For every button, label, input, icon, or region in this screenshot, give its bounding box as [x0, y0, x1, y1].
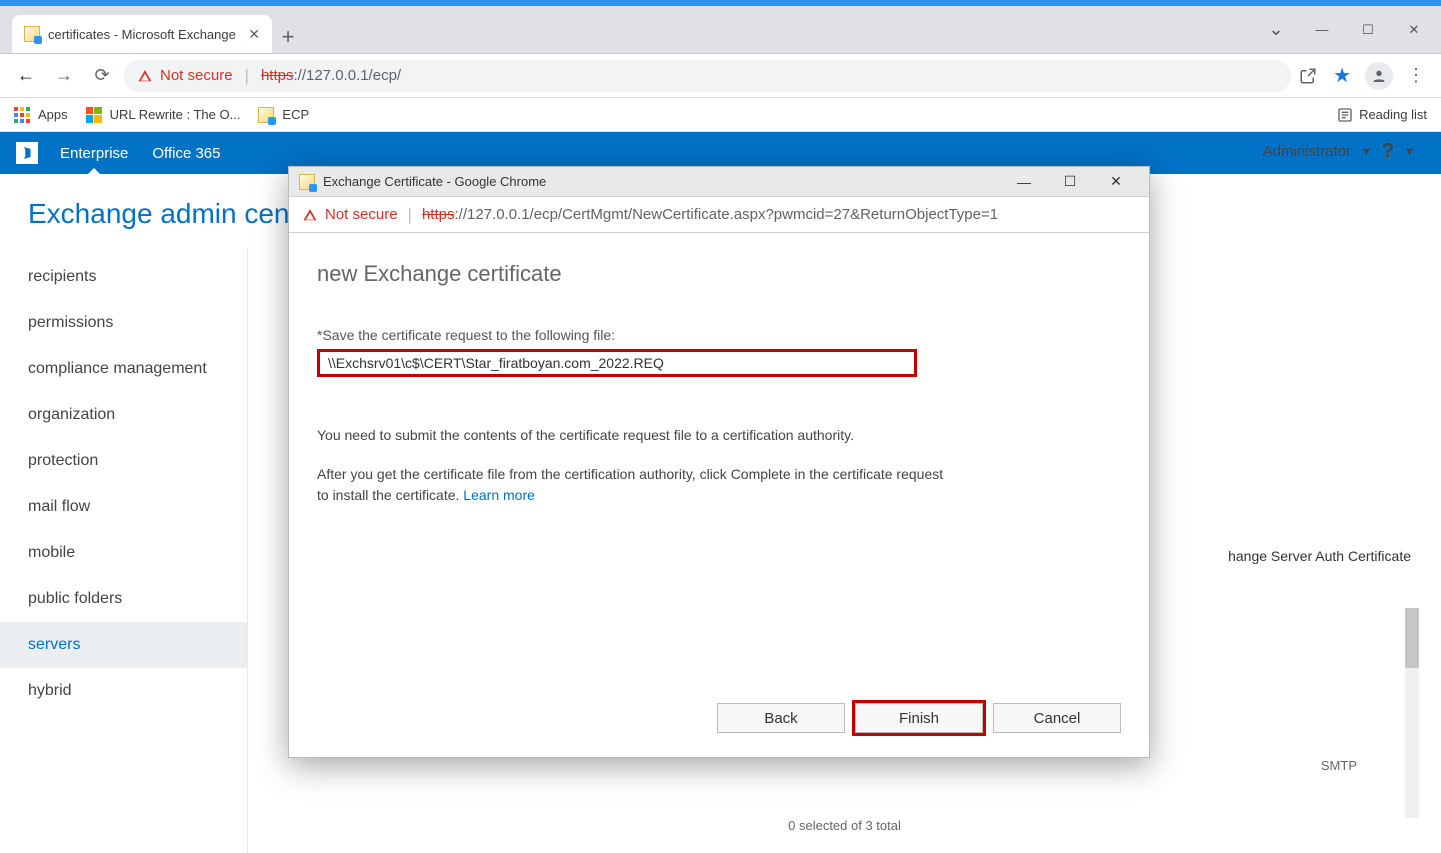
nav-servers[interactable]: servers [0, 622, 247, 668]
security-warning: Not secure [138, 67, 233, 84]
bookmark-url-rewrite[interactable]: URL Rewrite : The O... [86, 107, 241, 123]
scrollbar-thumb[interactable] [1405, 608, 1419, 668]
tab-title: certificates - Microsoft Exchange [48, 27, 236, 42]
close-window-button[interactable]: ✕ [1391, 14, 1437, 46]
ecp-favicon [258, 107, 274, 123]
nav-permissions[interactable]: permissions [0, 300, 247, 346]
warning-icon [303, 208, 317, 222]
profile-avatar-button[interactable] [1365, 62, 1393, 90]
nav-hybrid[interactable]: hybrid [0, 668, 247, 714]
tabs-dropdown-icon[interactable]: ⌄ [1253, 14, 1299, 46]
back-button[interactable]: Back [717, 703, 845, 733]
popup-titlebar[interactable]: Exchange Certificate - Google Chrome — ☐… [289, 167, 1149, 197]
share-icon[interactable] [1297, 65, 1319, 87]
nav-recipients[interactable]: recipients [0, 254, 247, 300]
popup-minimize-button[interactable]: — [1001, 167, 1047, 197]
nav-compliance[interactable]: compliance management [0, 346, 247, 392]
minimize-button[interactable]: — [1299, 14, 1345, 46]
url-text: https://127.0.0.1/ecp/ [261, 67, 401, 84]
popup-favicon [299, 174, 315, 190]
save-path-input[interactable] [317, 349, 917, 377]
popup-close-button[interactable]: ✕ [1093, 167, 1139, 197]
nav-mobile[interactable]: mobile [0, 530, 247, 576]
learn-more-link[interactable]: Learn more [463, 487, 535, 503]
selection-status: 0 selected of 3 total [788, 798, 901, 833]
warning-icon [138, 69, 152, 83]
detail-cert-name: hange Server Auth Certificate [1228, 548, 1441, 564]
office-logo-icon [16, 142, 38, 164]
nav-protection[interactable]: protection [0, 438, 247, 484]
nav-mailflow[interactable]: mail flow [0, 484, 247, 530]
dropdown-caret-icon: ▼ [1404, 146, 1415, 158]
detail-smtp-label: SMTP [1321, 758, 1357, 773]
window-controls: ⌄ — ☐ ✕ [1253, 6, 1441, 53]
browser-tab-strip: certificates - Microsoft Exchange ✕ + ⌄ … [0, 6, 1441, 54]
browser-toolbar: ← → ⟳ Not secure | https://127.0.0.1/ecp… [0, 54, 1441, 98]
nav-forward-button[interactable]: → [48, 60, 80, 92]
popup-window-title: Exchange Certificate - Google Chrome [323, 174, 546, 189]
help-text-2: After you get the certificate file from … [317, 466, 943, 503]
nav-reload-button[interactable]: ⟳ [86, 60, 118, 92]
new-tab-button[interactable]: + [272, 21, 304, 53]
finish-button[interactable]: Finish [855, 703, 983, 733]
close-tab-icon[interactable]: ✕ [248, 26, 260, 43]
popup-url-text: https://127.0.0.1/ecp/CertMgmt/NewCertif… [422, 206, 998, 223]
popup-maximize-button[interactable]: ☐ [1047, 167, 1093, 197]
save-path-label: *Save the certificate request to the fol… [317, 327, 1121, 343]
header-tab-office365[interactable]: Office 365 [140, 132, 232, 174]
apps-grid-icon [14, 107, 30, 123]
bookmark-apps[interactable]: Apps [14, 107, 68, 123]
user-account-menu[interactable]: Administrator ▼ ? ▼ [1263, 140, 1415, 163]
security-label: Not secure [160, 67, 233, 84]
help-text-1: You need to submit the contents of the c… [317, 425, 957, 446]
header-tab-enterprise[interactable]: Enterprise [48, 132, 140, 174]
reading-list-icon [1337, 107, 1353, 123]
nav-back-button[interactable]: ← [10, 60, 42, 92]
popup-address-bar: Not secure | https://127.0.0.1/ecp/CertM… [289, 197, 1149, 233]
certificate-wizard-popup: Exchange Certificate - Google Chrome — ☐… [288, 166, 1150, 758]
browser-tab-active[interactable]: certificates - Microsoft Exchange ✕ [12, 15, 272, 53]
dropdown-caret-icon: ▼ [1361, 146, 1372, 158]
bookmark-star-icon[interactable]: ★ [1333, 63, 1351, 88]
eac-sidebar: recipients permissions compliance manage… [0, 248, 248, 853]
maximize-button[interactable]: ☐ [1345, 14, 1391, 46]
cancel-button[interactable]: Cancel [993, 703, 1121, 733]
wizard-heading: new Exchange certificate [317, 261, 1121, 287]
microsoft-icon [86, 107, 102, 123]
bookmarks-bar: Apps URL Rewrite : The O... ECP Reading … [0, 98, 1441, 132]
separator: | [245, 66, 249, 86]
nav-publicfolders[interactable]: public folders [0, 576, 247, 622]
nav-organization[interactable]: organization [0, 392, 247, 438]
vertical-scrollbar[interactable] [1405, 608, 1419, 818]
reading-list-button[interactable]: Reading list [1337, 107, 1427, 123]
tab-favicon [24, 26, 40, 42]
chrome-menu-icon[interactable]: ⋮ [1407, 65, 1425, 86]
help-icon[interactable]: ? [1382, 140, 1394, 163]
bookmark-ecp[interactable]: ECP [258, 107, 309, 123]
address-bar[interactable]: Not secure | https://127.0.0.1/ecp/ [124, 60, 1291, 92]
